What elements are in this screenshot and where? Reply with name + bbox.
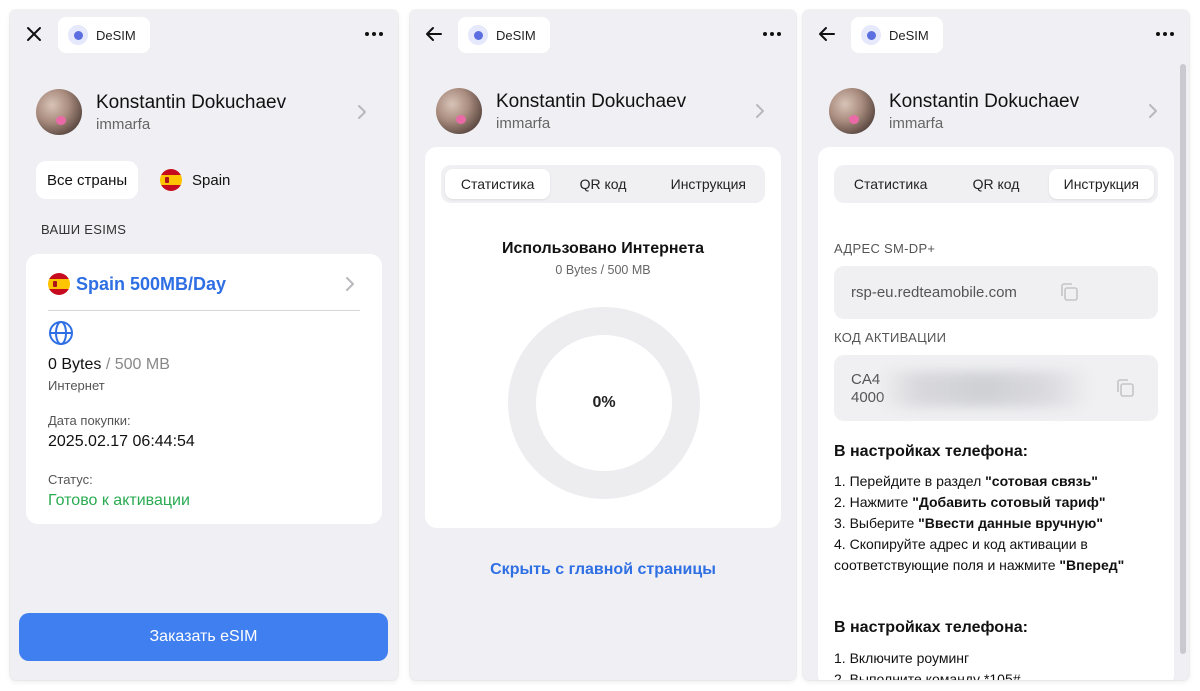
esim-list-screen: DeSIM Konstantin Dokuchaev immarfa Все с…: [10, 10, 398, 680]
profile-name: Konstantin Dokuchaev: [496, 90, 687, 112]
tab-qr[interactable]: QR код: [550, 169, 655, 199]
status-label: Статус:: [48, 472, 93, 487]
status-value: Готово к активации: [48, 492, 190, 509]
chevron-right-icon: [750, 101, 770, 121]
profile-name: Konstantin Dokuchaev: [96, 91, 287, 113]
usage-used: 0 Bytes: [48, 356, 102, 373]
close-button[interactable]: [20, 20, 48, 48]
usage-chart-title: Использовано Интернета: [502, 240, 704, 257]
instruction-step: 4. Скопируйте адрес и код активации в со…: [834, 536, 1125, 573]
instruction-step: 1. Перейдите в раздел "сотовая связь": [834, 473, 1098, 489]
tab-bar: Статистика QR код Инструкция: [834, 165, 1158, 203]
app-chip[interactable]: DeSIM: [58, 17, 150, 53]
copy-icon[interactable]: [1114, 377, 1136, 399]
instructions-card: Статистика QR код Инструкция АДРЕС SM-DP…: [818, 147, 1174, 680]
more-menu-button[interactable]: [360, 20, 388, 48]
order-esim-button[interactable]: Заказать eSIM: [19, 613, 388, 661]
filter-spain-label: Spain: [192, 171, 231, 189]
section-label: ВАШИ ESIMS: [41, 222, 127, 237]
tab-stats[interactable]: Статистика: [445, 169, 551, 199]
arrow-left-icon: [426, 27, 442, 41]
android-instructions-list: 1. Включите роуминг 2. Выполните команду…: [834, 648, 1160, 680]
profile-row[interactable]: Konstantin Dokuchaev immarfa: [436, 87, 770, 135]
filter-all-label: Все страны: [47, 171, 128, 189]
usage-value: 0 Bytes / 500 MB: [48, 356, 170, 374]
spain-flag-icon: [48, 273, 70, 295]
smdp-label: АДРЕС SM-DP+: [834, 241, 936, 256]
more-icon: [763, 32, 781, 36]
esim-title: Spain 500MB/Day: [76, 273, 227, 294]
desim-logo-icon: [68, 25, 88, 45]
app-chip[interactable]: DeSIM: [458, 17, 550, 53]
android-instructions-heading: В настройках телефона:: [834, 619, 1028, 636]
usage-label: Интернет: [48, 378, 105, 393]
desim-logo-icon: [468, 25, 488, 45]
activation-code-field[interactable]: CA4 4000: [834, 355, 1158, 421]
ios-instructions-list: 1. Перейдите в раздел "сотовая связь" 2.…: [834, 471, 1160, 576]
more-icon: [365, 32, 383, 36]
spain-flag-icon: [160, 169, 182, 191]
filter-spain[interactable]: Spain: [156, 161, 234, 199]
filter-all-countries[interactable]: Все страны: [36, 161, 139, 199]
esim-stats-screen: DeSIM Konstantin Dokuchaev immarfa Стати…: [410, 10, 796, 680]
activation-code-label: КОД АКТИВАЦИИ: [834, 330, 947, 345]
scrollbar[interactable]: [1180, 64, 1186, 654]
tab-stats[interactable]: Статистика: [838, 169, 943, 199]
instruction-step: 2. Выполните команду *105#: [834, 671, 1021, 680]
activation-code-redaction: [878, 371, 1090, 407]
esim-instructions-screen: DeSIM Konstantin Dokuchaev immarfa Стати…: [803, 10, 1189, 680]
smdp-value: rsp-eu.redteamobile.com: [851, 284, 1017, 301]
tab-bar: Статистика QR код Инструкция: [441, 165, 765, 203]
tab-instructions[interactable]: Инструкция: [1048, 169, 1154, 199]
arrow-left-icon: [819, 27, 835, 41]
tab-qr[interactable]: QR код: [943, 169, 1048, 199]
app-chip[interactable]: DeSIM: [851, 17, 943, 53]
activation-code-line1: CA4: [851, 371, 881, 388]
purchase-date-label: Дата покупки:: [48, 413, 131, 428]
profile-username: immarfa: [96, 115, 151, 133]
top-bar: DeSIM: [803, 10, 1189, 58]
desim-logo-icon: [861, 25, 881, 45]
tab-instructions[interactable]: Инструкция: [656, 169, 761, 199]
profile-row[interactable]: Konstantin Dokuchaev immarfa: [36, 88, 372, 136]
more-icon: [1156, 32, 1174, 36]
hide-from-main-link[interactable]: Скрыть с главной страницы: [410, 561, 796, 579]
avatar: [36, 89, 82, 135]
profile-username: immarfa: [496, 114, 551, 132]
chevron-right-icon: [1143, 101, 1163, 121]
profile-row[interactable]: Konstantin Dokuchaev immarfa: [829, 87, 1163, 135]
back-button[interactable]: [813, 20, 841, 48]
usage-separator: /: [105, 356, 111, 373]
back-button[interactable]: [420, 20, 448, 48]
profile-username: immarfa: [889, 114, 944, 132]
stats-card: Статистика QR код Инструкция Использован…: [425, 147, 781, 528]
top-bar: DeSIM: [10, 10, 398, 58]
chevron-right-icon: [340, 274, 360, 294]
profile-name: Konstantin Dokuchaev: [889, 90, 1080, 112]
globe-icon: [49, 321, 73, 345]
usage-total: 500 MB: [114, 356, 170, 373]
chevron-right-icon: [352, 102, 372, 122]
instruction-step: 3. Выберите "Ввести данные вручную": [834, 515, 1104, 531]
smdp-field[interactable]: rsp-eu.redteamobile.com: [834, 266, 1158, 319]
avatar: [829, 88, 875, 134]
avatar: [436, 88, 482, 134]
esim-card[interactable]: Spain 500MB/Day 0 Bytes / 500 MB Интерне…: [26, 254, 382, 524]
copy-icon[interactable]: [1058, 281, 1080, 303]
more-menu-button[interactable]: [758, 20, 786, 48]
more-menu-button[interactable]: [1151, 20, 1179, 48]
instruction-step: 1. Включите роуминг: [834, 650, 970, 666]
app-name: DeSIM: [96, 27, 136, 43]
app-name: DeSIM: [889, 27, 929, 43]
top-bar: DeSIM: [410, 10, 796, 58]
close-icon: [27, 27, 41, 41]
esim-title-row[interactable]: Spain 500MB/Day: [48, 268, 360, 311]
usage-chart-subtitle: 0 Bytes / 500 MB: [555, 263, 651, 277]
usage-percent: 0%: [592, 394, 616, 411]
purchase-date-value: 2025.02.17 06:44:54: [48, 433, 195, 450]
app-name: DeSIM: [496, 27, 536, 43]
ios-instructions-heading: В настройках телефона:: [834, 443, 1028, 460]
instruction-step: 2. Нажмите "Добавить сотовый тариф": [834, 494, 1106, 510]
